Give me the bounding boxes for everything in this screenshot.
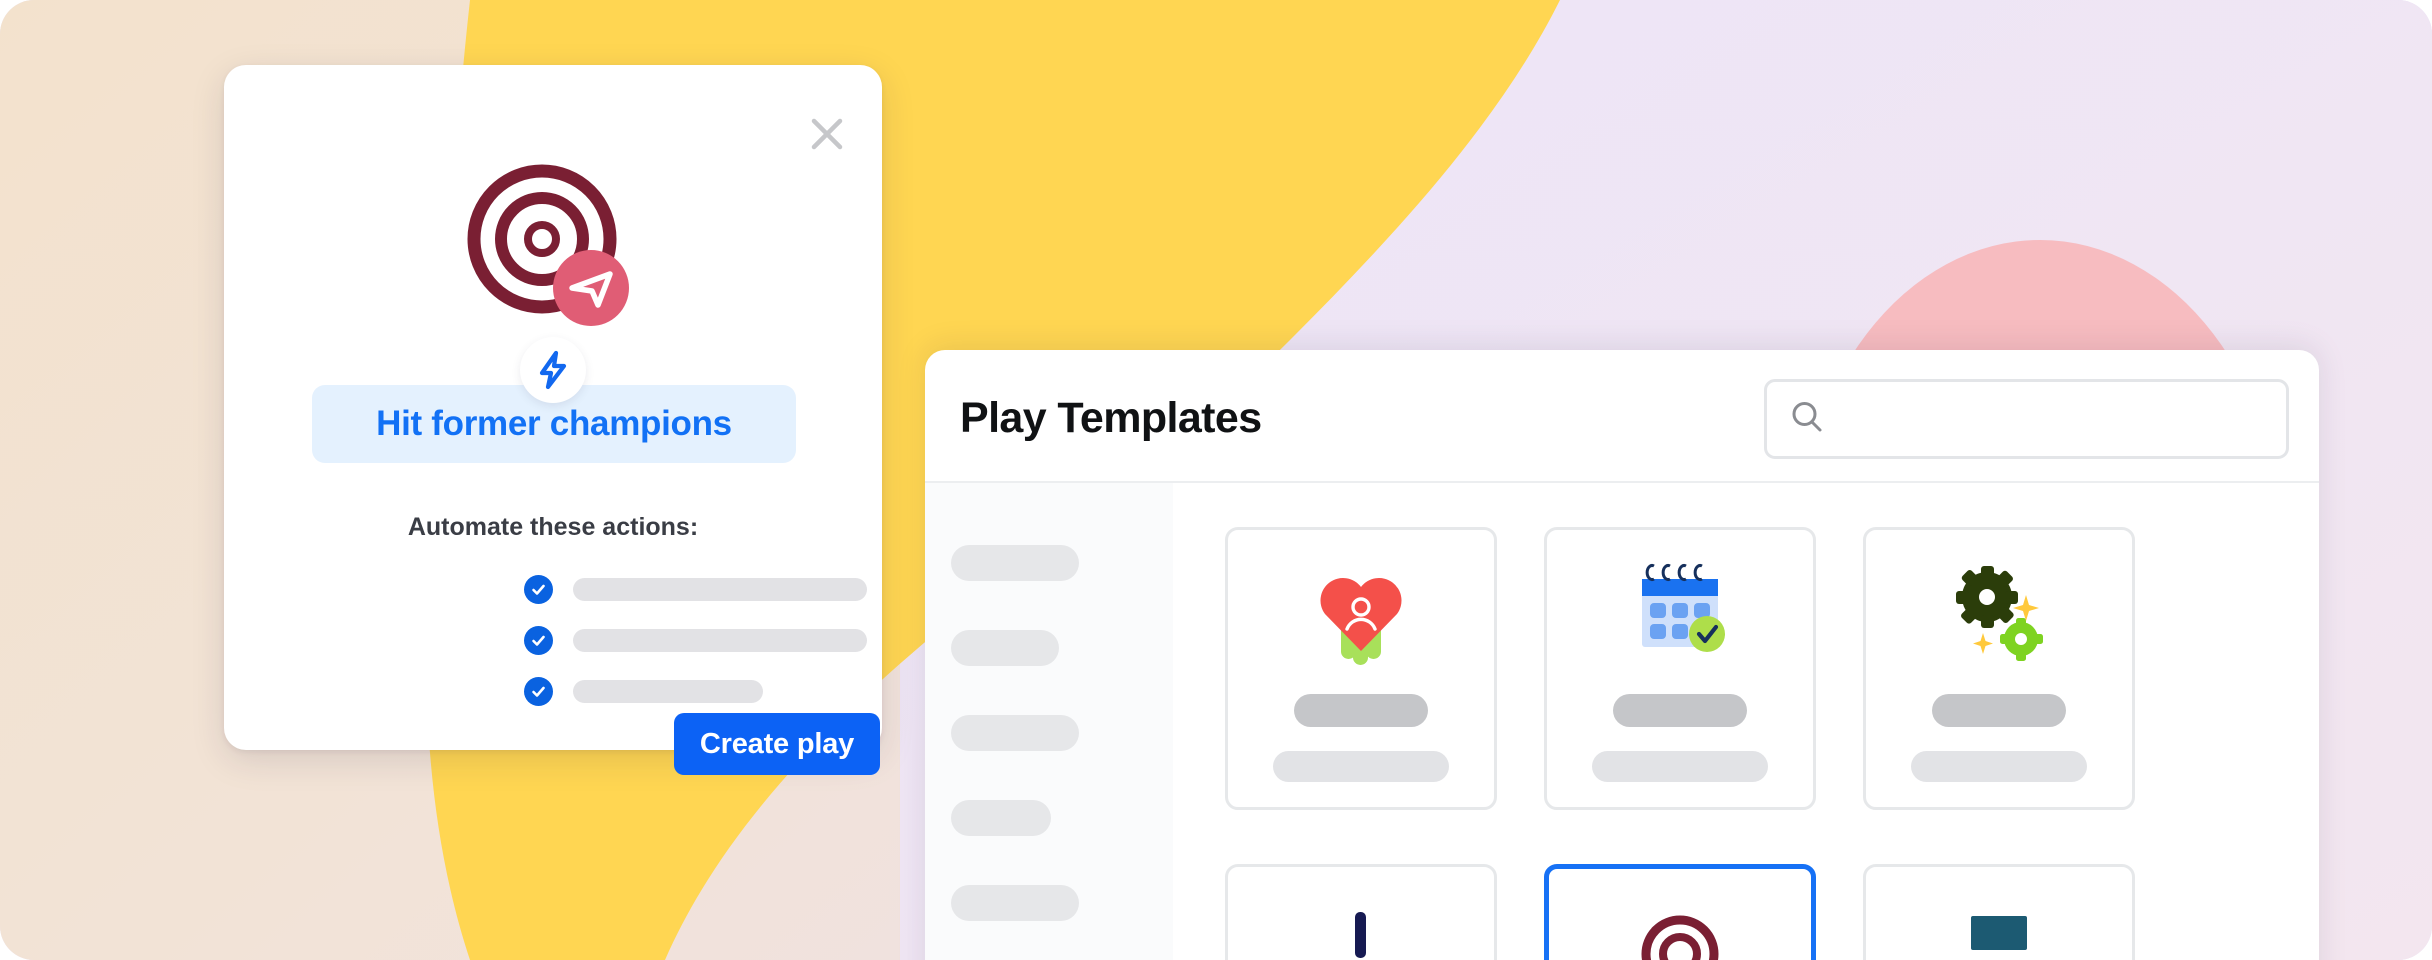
- sidebar-item-1[interactable]: [951, 545, 1079, 581]
- panel-body: [925, 483, 2319, 960]
- sidebar-item-4[interactable]: [951, 800, 1051, 836]
- play-title-text: Hit former champions: [376, 404, 732, 443]
- calendar-check-icon: [1624, 538, 1736, 688]
- template-card-heart-person[interactable]: [1225, 527, 1497, 810]
- action-placeholder-bar: [573, 680, 763, 703]
- heart-person-icon: [1305, 538, 1417, 688]
- illustration-canvas: Hit former champions Automate these acti…: [0, 0, 2432, 960]
- search-icon: [1790, 400, 1824, 439]
- target-send-glyph: [467, 164, 629, 326]
- create-play-button[interactable]: Create play: [674, 713, 880, 775]
- template-card-calendar-check[interactable]: [1544, 527, 1816, 810]
- search-input[interactable]: [1838, 403, 2238, 435]
- template-title-placeholder: [1294, 694, 1428, 727]
- target-glyph: [1641, 915, 1719, 960]
- action-placeholder-bar: [573, 629, 867, 652]
- navy-marker-glyph: [1355, 912, 1366, 958]
- automate-actions-label: Automate these actions:: [407, 513, 699, 541]
- action-row: [524, 575, 867, 604]
- template-desc-placeholder: [1273, 751, 1449, 782]
- target-send-icon: [224, 157, 882, 337]
- action-row: [524, 626, 867, 655]
- template-title-placeholder: [1613, 694, 1747, 727]
- template-card-row: [1225, 864, 2319, 960]
- sidebar-item-3[interactable]: [951, 715, 1079, 751]
- close-x-glyph: [811, 118, 843, 150]
- templates-grid: [1173, 483, 2319, 960]
- check-icon: [524, 626, 553, 655]
- teal-block-glyph: [1971, 916, 2027, 950]
- panel-header: Play Templates: [925, 350, 2319, 483]
- check-glyph: [532, 584, 545, 595]
- template-desc-placeholder: [1911, 751, 2087, 782]
- template-desc-placeholder: [1592, 751, 1768, 782]
- teal-block-icon: [1943, 875, 2055, 960]
- template-card-row: [1225, 527, 2319, 810]
- template-card-gears-sparkle[interactable]: [1863, 527, 2135, 810]
- gears-sparkle-glyph: [1956, 566, 2043, 661]
- gears-sparkle-icon: [1943, 538, 2055, 688]
- check-icon: [524, 575, 553, 604]
- lightning-bolt-glyph: [539, 350, 567, 390]
- search-box[interactable]: [1764, 379, 2289, 459]
- action-placeholder-bar: [573, 578, 867, 601]
- automated-action-list: [524, 575, 867, 728]
- lightning-bolt-icon: [520, 337, 586, 403]
- check-icon: [524, 677, 553, 706]
- create-play-card: Hit former champions Automate these acti…: [224, 65, 882, 775]
- action-row: [524, 677, 867, 706]
- calendar-check-glyph: [1642, 564, 1725, 652]
- page-title: Play Templates: [960, 394, 1262, 442]
- close-icon[interactable]: [798, 105, 856, 163]
- template-card-partial-1[interactable]: [1225, 864, 1497, 960]
- navy-marker-icon: [1305, 875, 1417, 960]
- template-card-partial-3[interactable]: [1863, 864, 2135, 960]
- sidebar-item-5[interactable]: [951, 885, 1079, 921]
- search-glyph: [1792, 401, 1822, 431]
- check-glyph: [532, 686, 545, 697]
- play-templates-panel: Play Templates: [925, 350, 2319, 960]
- sidebar-item-2[interactable]: [951, 630, 1059, 666]
- template-card-partial-2[interactable]: [1544, 864, 1816, 960]
- heart-person-glyph: [1320, 578, 1402, 665]
- check-glyph: [532, 635, 545, 646]
- template-title-placeholder: [1932, 694, 2066, 727]
- target-icon: [1624, 877, 1736, 960]
- templates-sidebar: [925, 483, 1173, 960]
